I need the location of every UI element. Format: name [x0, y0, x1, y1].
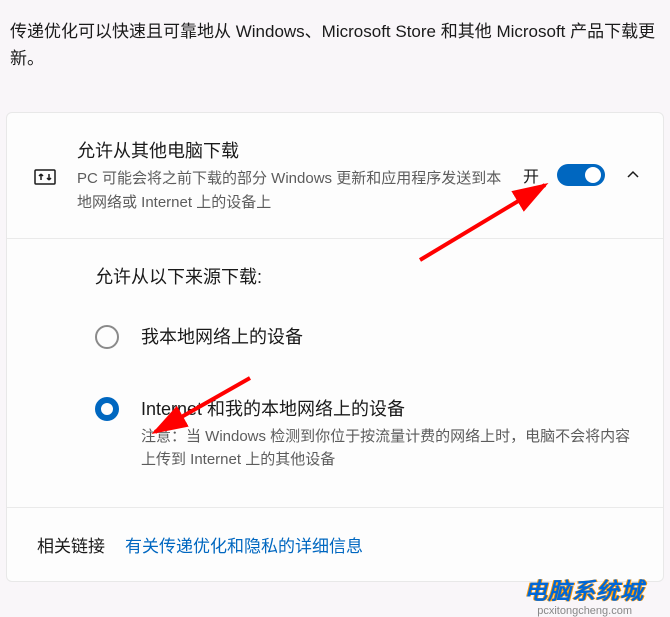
- sources-heading: 允许从以下来源下载:: [95, 263, 643, 289]
- settings-card: 允许从其他电脑下载 PC 可能会将之前下载的部分 Windows 更新和应用程序…: [6, 112, 664, 582]
- allow-toggle[interactable]: [557, 164, 605, 186]
- sources-section: 允许从以下来源下载: 我本地网络上的设备 Internet 和我的本地网络上的设…: [7, 239, 663, 508]
- allow-from-other-pcs-section: 允许从其他电脑下载 PC 可能会将之前下载的部分 Windows 更新和应用程序…: [7, 113, 663, 239]
- watermark-url: pcxitongcheng.com: [537, 605, 632, 617]
- radio-unchecked-icon: [95, 325, 119, 349]
- allow-subtitle: PC 可能会将之前下载的部分 Windows 更新和应用程序发送到本地网络或 I…: [77, 167, 505, 214]
- allow-title: 允许从其他电脑下载: [77, 137, 505, 163]
- radio-checked-icon: [95, 397, 119, 421]
- page-description: 传递优化可以快速且可靠地从 Windows、Microsoft Store 和其…: [0, 0, 670, 72]
- toggle-state-label: 开: [523, 163, 539, 187]
- radio-label-local: 我本地网络上的设备: [141, 323, 643, 349]
- upload-download-icon: [31, 137, 59, 189]
- radio-note-internet: 注意：当 Windows 检测到你位于按流量计费的网络上时，电脑不会将内容上传到…: [141, 425, 643, 472]
- radio-internet-and-local[interactable]: Internet 和我的本地网络上的设备 注意：当 Windows 检测到你位于…: [95, 395, 643, 472]
- related-links-label: 相关链接: [37, 532, 105, 557]
- radio-label-internet: Internet 和我的本地网络上的设备: [141, 395, 643, 421]
- chevron-up-icon[interactable]: [623, 165, 643, 185]
- radio-local-network[interactable]: 我本地网络上的设备: [95, 323, 643, 353]
- related-links-footer: 相关链接 有关传递优化和隐私的详细信息: [7, 507, 663, 581]
- privacy-link[interactable]: 有关传递优化和隐私的详细信息: [125, 532, 363, 557]
